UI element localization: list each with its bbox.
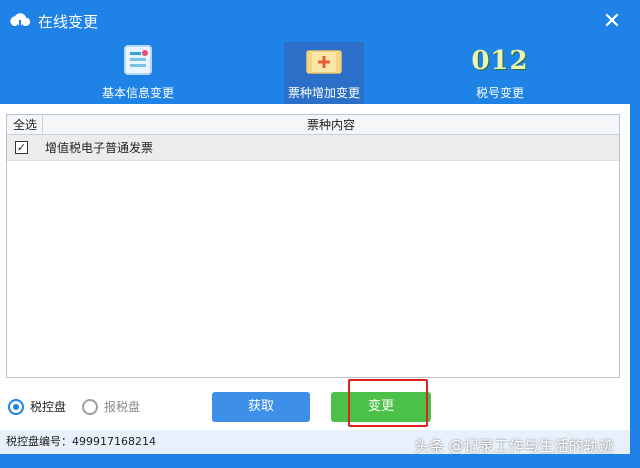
fetch-button[interactable]: 获取 [212, 392, 310, 422]
radio-report[interactable]: 报税盘 [82, 398, 142, 416]
row-checkbox[interactable]: ✓ [15, 141, 28, 154]
tab-ticket-add[interactable]: 票种增加变更 [284, 42, 364, 104]
row-content: 增值税电子普通发票 [45, 141, 154, 155]
device-number: 税控盘编号：499917168214 [6, 435, 156, 448]
tab-tax-number-label: 税号变更 [475, 86, 524, 100]
radio-tax-control[interactable]: 税控盘 [8, 398, 68, 416]
radio-selected-icon [8, 399, 24, 415]
tab-basic-info[interactable]: 基本信息变更 [88, 42, 188, 104]
radio-report-label: 报税盘 [104, 400, 141, 414]
watermark: 头条 @记录工作与生活的轨迹 [414, 437, 614, 455]
title-bar: 在线变更 ✕ [0, 0, 640, 42]
cloud-icon [8, 11, 32, 31]
tab-tax-number[interactable]: 012 税号变更 [460, 42, 540, 104]
online-change-window: 在线变更 ✕ 基本信息变更 票种增加变更 012 税号变更 全选 票种内容 ✓ … [0, 0, 640, 468]
radio-unselected-icon [82, 399, 98, 415]
select-all-header[interactable]: 全选 [7, 115, 43, 135]
radio-tax-control-label: 税控盘 [30, 400, 67, 414]
content-panel: 全选 票种内容 ✓ 增值税电子普通发票 税控盘 报税盘 获取 变更 [0, 104, 630, 430]
window-title: 在线变更 [38, 13, 99, 31]
number-icon: 012 [471, 46, 529, 76]
tab-bar: 基本信息变更 票种增加变更 012 税号变更 [0, 42, 640, 104]
table-header: 全选 票种内容 [7, 115, 619, 135]
change-button[interactable]: 变更 [331, 392, 431, 422]
document-icon [123, 44, 153, 79]
tab-basic-info-label: 基本信息变更 [101, 86, 174, 100]
options-bar: 税控盘 报税盘 获取 变更 [0, 384, 630, 430]
close-icon[interactable]: ✕ [601, 11, 623, 33]
ticket-table: 全选 票种内容 ✓ 增值税电子普通发票 [6, 114, 620, 378]
ticket-add-icon [305, 44, 343, 81]
table-row[interactable]: ✓ 增值税电子普通发票 [7, 135, 619, 161]
tab-ticket-add-label: 票种增加变更 [287, 86, 360, 100]
content-header: 票种内容 [306, 118, 355, 132]
